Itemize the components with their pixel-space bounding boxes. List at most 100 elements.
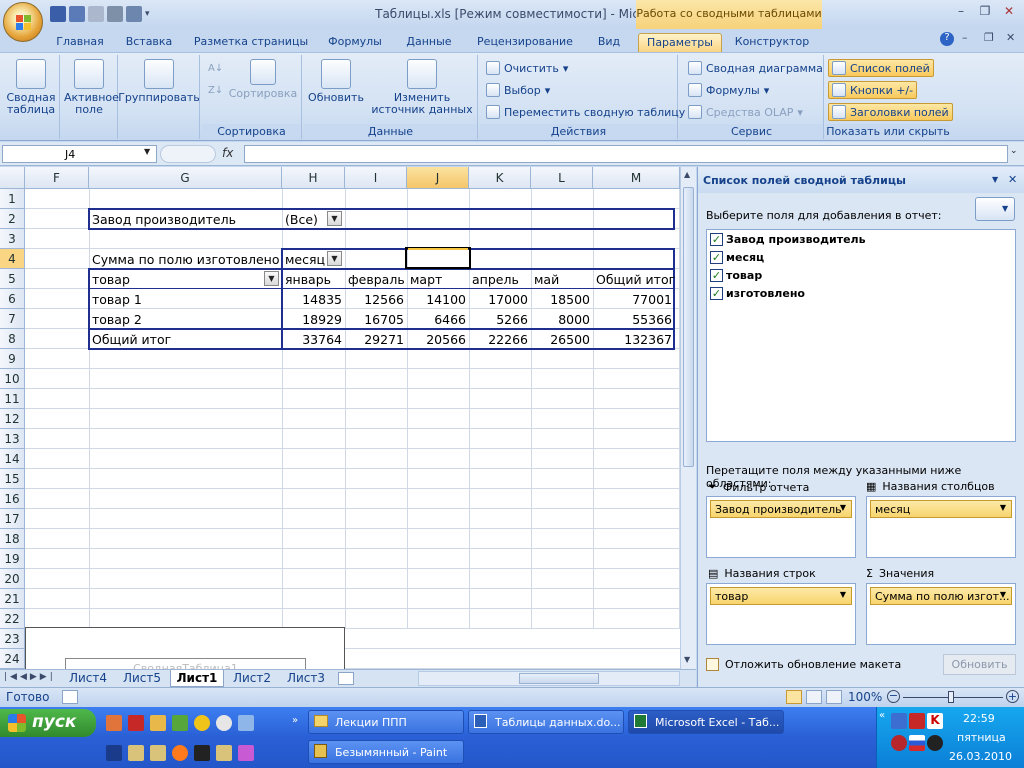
row-header[interactable]: 2 bbox=[0, 209, 25, 229]
rows-chip[interactable]: товар ▼ bbox=[710, 587, 852, 605]
ribbon-minimize-button[interactable]: – bbox=[962, 31, 968, 44]
select-button[interactable]: Выбор ▾ bbox=[486, 83, 550, 97]
checkbox-icon[interactable]: ✓ bbox=[710, 251, 723, 264]
field-month[interactable]: ✓ месяц bbox=[710, 251, 764, 264]
row-header[interactable]: 8 bbox=[0, 329, 25, 349]
row-header[interactable]: 23 bbox=[0, 629, 25, 649]
col-header-l[interactable]: L bbox=[531, 167, 593, 189]
sheet-tab-list5[interactable]: Лист5 bbox=[116, 670, 168, 687]
tray-media-icon[interactable] bbox=[927, 735, 943, 751]
page-break-view-icon[interactable] bbox=[826, 690, 842, 704]
filter-area-box[interactable]: Завод производитель ▼ bbox=[706, 496, 856, 558]
zoom-slider-thumb[interactable] bbox=[948, 691, 954, 703]
workbook-close-button[interactable]: ✕ bbox=[1006, 31, 1015, 44]
insert-sheet-icon[interactable] bbox=[338, 672, 354, 685]
filter-dropdown-icon[interactable]: ▼ bbox=[327, 211, 342, 226]
close-button[interactable]: ✕ bbox=[999, 4, 1019, 20]
hscroll-thumb[interactable] bbox=[519, 673, 599, 684]
help-icon[interactable]: ? bbox=[940, 32, 954, 46]
qat-dropdown-icon[interactable]: ▾ bbox=[145, 9, 155, 19]
row-header[interactable]: 1 bbox=[0, 189, 25, 209]
save-icon[interactable] bbox=[50, 6, 66, 22]
values-chip[interactable]: Сумма по полю изгот... ▼ bbox=[870, 587, 1012, 605]
sheet-tab-list1[interactable]: Лист1 bbox=[170, 670, 224, 687]
macro-record-icon[interactable] bbox=[62, 690, 78, 704]
minimize-button[interactable]: – bbox=[951, 4, 971, 20]
col-header-g[interactable]: G bbox=[89, 167, 282, 189]
zoom-level[interactable]: 100% bbox=[848, 690, 882, 704]
horizontal-scrollbar[interactable] bbox=[418, 671, 680, 686]
name-box[interactable]: J4 bbox=[2, 145, 157, 163]
tab-formulas[interactable]: Формулы bbox=[322, 33, 388, 52]
sheet-tab-list4[interactable]: Лист4 bbox=[62, 670, 114, 687]
active-field-button[interactable]: Активное поле bbox=[60, 57, 119, 116]
tray-security-icon[interactable] bbox=[909, 713, 925, 729]
taskbar-item-paint[interactable]: Безымянный - Paint bbox=[308, 740, 464, 764]
col-header-m[interactable]: M bbox=[593, 167, 680, 189]
col-header-k[interactable]: K bbox=[469, 167, 531, 189]
vertical-scrollbar[interactable]: ▲ ▼ bbox=[680, 167, 696, 669]
move-pivot-button[interactable]: Переместить сводную таблицу bbox=[486, 105, 685, 119]
row-header[interactable]: 18 bbox=[0, 529, 25, 549]
tab-data[interactable]: Данные bbox=[400, 33, 458, 52]
app-launcher-icon[interactable] bbox=[150, 715, 166, 731]
quick-launch-expand-icon[interactable]: » bbox=[292, 715, 298, 726]
page-layout-view-icon[interactable] bbox=[806, 690, 822, 704]
app-launcher-icon[interactable] bbox=[194, 745, 210, 761]
refresh-button[interactable]: Обновить bbox=[304, 57, 368, 104]
checkbox-icon[interactable]: ✓ bbox=[710, 287, 723, 300]
tray-expand-icon[interactable]: « bbox=[879, 710, 885, 721]
media-player-icon[interactable] bbox=[216, 715, 232, 731]
tray-app-icon[interactable] bbox=[891, 735, 907, 751]
tab-page-layout[interactable]: Разметка страницы bbox=[192, 33, 310, 52]
expand-formula-icon[interactable]: ⌄ bbox=[1010, 146, 1018, 156]
filter-chip[interactable]: Завод производитель ▼ bbox=[710, 500, 852, 518]
tab-design[interactable]: Конструктор bbox=[728, 33, 816, 52]
sheet-nav-icons[interactable]: |◀◀▶▶| bbox=[4, 672, 56, 682]
select-all-corner[interactable] bbox=[0, 167, 25, 189]
taskbar-item-lectures[interactable]: Лекции ППП bbox=[308, 710, 464, 734]
pivot-chart-button[interactable]: Сводная диаграмма bbox=[688, 61, 823, 75]
sort-za-icon[interactable]: Z↓ bbox=[208, 85, 226, 105]
print-preview-icon[interactable] bbox=[107, 6, 123, 22]
row-header[interactable]: 11 bbox=[0, 389, 25, 409]
app-launcher-icon[interactable] bbox=[106, 715, 122, 731]
tray-network-icon[interactable] bbox=[891, 713, 907, 729]
scroll-down-icon[interactable]: ▼ bbox=[684, 655, 690, 664]
row-header[interactable]: 19 bbox=[0, 549, 25, 569]
row-field-dropdown-icon[interactable]: ▼ bbox=[264, 271, 279, 286]
save-disk-icon[interactable] bbox=[106, 745, 122, 761]
row-header[interactable]: 7 bbox=[0, 309, 25, 329]
app-launcher-icon[interactable] bbox=[172, 715, 188, 731]
zoom-out-icon[interactable]: − bbox=[887, 690, 900, 703]
name-box-dropdown-icon[interactable]: ▼ bbox=[144, 147, 150, 156]
app-launcher-icon[interactable] bbox=[238, 745, 254, 761]
formula-input[interactable] bbox=[244, 145, 1008, 163]
field-product[interactable]: ✓ товар bbox=[710, 269, 762, 282]
col-header-i[interactable]: I bbox=[345, 167, 407, 189]
row-header[interactable]: 10 bbox=[0, 369, 25, 389]
col-header-h[interactable]: H bbox=[282, 167, 345, 189]
clock-time[interactable]: 22:59 bbox=[963, 712, 995, 725]
office-button[interactable] bbox=[3, 2, 43, 42]
app-launcher-icon[interactable] bbox=[238, 715, 254, 731]
col-header-f[interactable]: F bbox=[25, 167, 89, 189]
row-header[interactable]: 5 bbox=[0, 269, 25, 289]
checkbox-icon[interactable]: ✓ bbox=[710, 269, 723, 282]
scroll-up-icon[interactable]: ▲ bbox=[684, 170, 690, 179]
columns-chip[interactable]: месяц ▼ bbox=[870, 500, 1012, 518]
scroll-thumb[interactable] bbox=[683, 187, 694, 467]
ribbon-restore-button[interactable]: ❐ bbox=[984, 31, 994, 44]
chip-dropdown-icon[interactable]: ▼ bbox=[1000, 590, 1006, 599]
checkbox-icon[interactable]: ✓ bbox=[710, 233, 723, 246]
worksheet-grid[interactable]: F G H I J K L M 1 2 3 4 5 6 7 8 9 10 11 12 13 14 15 16 1… bbox=[0, 167, 680, 669]
taskbar-item-excel[interactable]: Microsoft Excel - Таб... bbox=[628, 710, 784, 734]
taskbar-item-word[interactable]: Таблицы данных.do... bbox=[468, 710, 624, 734]
sheet-tab-list3[interactable]: Лист3 bbox=[280, 670, 332, 687]
rows-area-box[interactable]: товар ▼ bbox=[706, 583, 856, 645]
formulas-button[interactable]: Формулы ▾ bbox=[688, 83, 769, 97]
tab-view[interactable]: Вид bbox=[590, 33, 628, 52]
field-headers-button[interactable]: Заголовки полей bbox=[828, 103, 953, 121]
zoom-in-icon[interactable]: + bbox=[1006, 690, 1019, 703]
chip-dropdown-icon[interactable]: ▼ bbox=[840, 590, 846, 599]
